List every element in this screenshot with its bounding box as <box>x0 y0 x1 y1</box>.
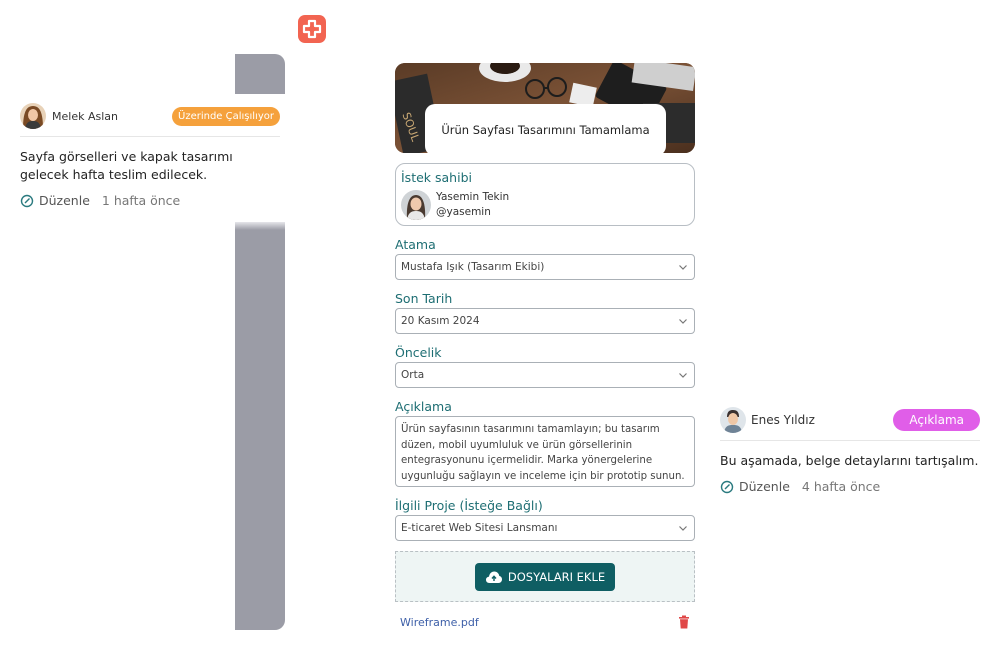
chevron-down-icon <box>679 265 687 270</box>
edit-icon[interactable] <box>20 194 34 208</box>
priority-value: Orta <box>401 369 425 381</box>
status-badge: Üzerinde Çalışılıyor <box>172 106 280 126</box>
comment-header: Melek Aslan Üzerinde Çalışılıyor <box>20 103 280 129</box>
due-date-label: Son Tarih <box>395 291 453 306</box>
chevron-down-icon <box>679 319 687 324</box>
comment-author: Enes Yıldız <box>751 413 815 427</box>
upload-files-button[interactable]: DOSYALARI EKLE <box>474 562 616 591</box>
avatar <box>20 103 46 129</box>
attachment-row: Wireframe.pdf <box>395 615 695 629</box>
cover-image: SOUL Ürün Sayfası Tasarımını Tamamlama <box>395 63 695 153</box>
requester-handle: @yasemin <box>436 206 491 218</box>
assign-select[interactable]: Mustafa Işık (Tasarım Ekibi) <box>395 254 695 280</box>
side-panel-top <box>235 54 285 94</box>
task-form: SOUL Ürün Sayfası Tasarımını Tamamlama İ… <box>395 63 695 629</box>
app-logo[interactable] <box>298 15 326 43</box>
trash-icon[interactable] <box>678 615 690 629</box>
chevron-down-icon <box>679 373 687 378</box>
edit-link[interactable]: Düzenle <box>39 193 90 208</box>
upload-files-label: DOSYALARI EKLE <box>507 569 606 584</box>
task-title: Ürün Sayfası Tasarımını Tamamlama <box>425 104 666 153</box>
project-value: E-ticaret Web Sitesi Lansmanı <box>401 522 558 534</box>
status-badge: Açıklama <box>893 409 980 431</box>
assign-value: Mustafa Işık (Tasarım Ekibi) <box>401 261 545 273</box>
description-textarea[interactable]: Ürün sayfasının tasarımını tamamlayın; b… <box>395 416 695 487</box>
requester-name: Yasemin Tekin <box>436 191 510 203</box>
comment-time: 4 hafta önce <box>801 479 881 494</box>
requester-box: İstek sahibi Yasemin Tekin @yasemin <box>395 163 695 226</box>
chevron-down-icon <box>679 526 687 531</box>
requester-label: İstek sahibi <box>401 170 472 185</box>
attachment-link[interactable]: Wireframe.pdf <box>400 616 479 629</box>
cloud-upload-icon <box>485 571 502 583</box>
edit-link[interactable]: Düzenle <box>739 479 790 494</box>
divider <box>20 136 280 137</box>
project-select[interactable]: E-ticaret Web Sitesi Lansmanı <box>395 515 695 541</box>
comment-time: 1 hafta önce <box>101 193 181 208</box>
comment-meta: Düzenle 1 hafta önce <box>20 193 280 208</box>
comment-card-left: Melek Aslan Üzerinde Çalışılıyor Sayfa g… <box>20 103 280 208</box>
edit-icon[interactable] <box>720 480 734 494</box>
due-date-select[interactable]: 20 Kasım 2024 <box>395 308 695 334</box>
comment-card-right: Enes Yıldız Açıklama Bu aşamada, belge d… <box>720 407 980 494</box>
comment-meta: Düzenle 4 hafta önce <box>720 479 980 494</box>
logo-icon <box>302 19 322 39</box>
side-panel-bottom <box>235 222 285 630</box>
comment-author: Melek Aslan <box>52 109 118 123</box>
due-date-value: 20 Kasım 2024 <box>401 315 480 327</box>
comment-text: Sayfa görselleri ve kapak tasarımı gelec… <box>20 149 233 182</box>
description-label: Açıklama <box>395 399 452 414</box>
avatar <box>401 190 431 220</box>
project-label: İlgili Proje (İsteğe Bağlı) <box>395 498 543 513</box>
comment-header: Enes Yıldız Açıklama <box>720 407 980 433</box>
divider <box>720 440 980 441</box>
priority-label: Öncelik <box>395 345 442 360</box>
comment-text: Bu aşamada, belge detaylarını tartışalım… <box>720 453 979 468</box>
priority-select[interactable]: Orta <box>395 362 695 388</box>
assign-label: Atama <box>395 237 436 252</box>
avatar <box>720 407 746 433</box>
file-dropzone[interactable]: DOSYALARI EKLE <box>395 551 695 602</box>
requester-row: Yasemin Tekin @yasemin <box>401 190 689 220</box>
